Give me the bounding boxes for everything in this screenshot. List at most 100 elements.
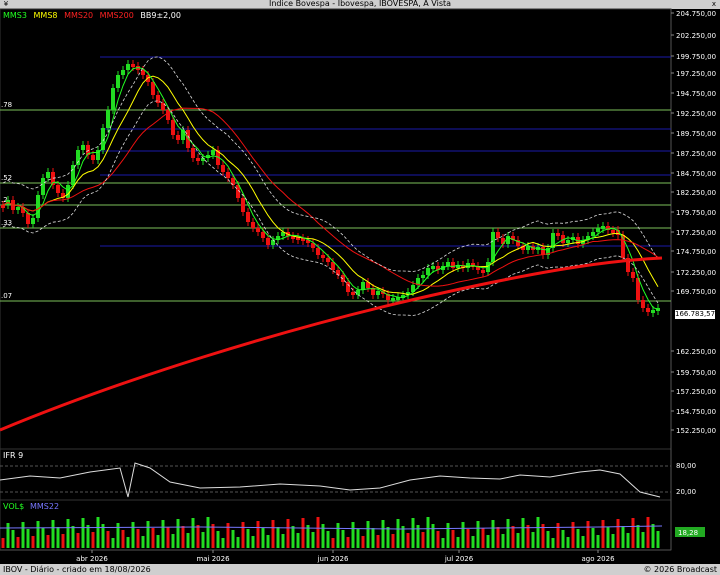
volume-bar <box>171 534 175 548</box>
volume-bar <box>336 523 340 548</box>
volume-bar <box>571 522 575 548</box>
volume-value: 18,28 <box>678 529 698 537</box>
volume-bar <box>301 518 305 548</box>
candle-body <box>316 248 320 255</box>
volume-bar <box>276 527 280 548</box>
volume-bar <box>71 526 75 548</box>
candle-body <box>481 270 485 273</box>
volume-bar <box>501 534 505 548</box>
candle-body <box>221 165 225 172</box>
candle-body <box>91 155 95 160</box>
volume-bar <box>281 534 285 548</box>
volume-bar <box>636 525 640 548</box>
volume-bar <box>581 536 585 548</box>
volume-bar <box>646 517 650 548</box>
volume-bar <box>556 523 560 548</box>
volume-bar <box>436 531 440 548</box>
volume-bar <box>21 522 25 548</box>
volume-bar <box>511 526 515 548</box>
volume-bar <box>561 530 565 548</box>
volume-bar <box>381 520 385 548</box>
candle-body <box>111 88 115 110</box>
volume-bar <box>196 525 200 548</box>
month-label: jul 2026 <box>444 555 474 563</box>
volume-bar <box>16 537 20 548</box>
volume-bar <box>91 532 95 548</box>
volume-bar <box>221 538 225 548</box>
level-label: .33 <box>1 219 12 227</box>
volume-bar <box>116 523 120 548</box>
mms200-line <box>0 256 663 432</box>
volume-bar <box>551 538 555 548</box>
level-label: .78 <box>1 101 12 109</box>
volume-bar <box>181 526 185 548</box>
volume-bar <box>656 531 660 548</box>
volume-bar <box>441 538 445 548</box>
ifr-axis-label: 80,00 <box>676 462 696 470</box>
candle-body <box>251 222 255 228</box>
volume-bar <box>611 534 615 548</box>
volume-bar <box>406 533 410 548</box>
candle-body <box>106 110 110 128</box>
candle-body <box>76 150 80 165</box>
candle-body <box>646 308 650 312</box>
price-axis-label: 159.750,00 <box>676 369 716 377</box>
candle-body <box>266 238 270 245</box>
price-axis-label: 162.250,00 <box>676 348 716 356</box>
volume-bar <box>566 537 570 548</box>
price-axis-label: 177.250,00 <box>676 229 716 237</box>
volume-bar <box>296 533 300 548</box>
volume-bar <box>371 528 375 548</box>
candle-body <box>426 268 430 275</box>
price-axis-label: 182.250,00 <box>676 189 716 197</box>
volume-bar <box>241 522 245 548</box>
volume-bar <box>141 536 145 548</box>
volume-bar <box>341 530 345 548</box>
volume-bar <box>356 529 360 548</box>
volume-bar <box>391 534 395 548</box>
volume-bar <box>256 521 260 548</box>
month-label: mai 2026 <box>196 555 230 563</box>
volume-bar <box>46 535 50 548</box>
candle-body <box>446 262 450 266</box>
candle-body <box>271 240 275 245</box>
candle-body <box>196 158 200 161</box>
volume-bar <box>251 536 255 548</box>
candle-body <box>601 226 605 229</box>
price-axis-label: 154.750,00 <box>676 408 716 416</box>
volume-bar <box>206 517 210 548</box>
volume-bar <box>151 528 155 548</box>
candle-body <box>496 232 500 238</box>
volume-bar <box>231 530 235 548</box>
mms8-line <box>2 75 659 295</box>
ifr-label: IFR 9 <box>3 451 24 460</box>
footer-info: IBOV - Diário - criado em 18/08/2026 <box>3 565 151 574</box>
candle-body <box>131 64 135 67</box>
volume-bar <box>616 519 620 548</box>
legend-mms200: MMS200 <box>99 11 134 20</box>
candle-body <box>391 298 395 301</box>
volume-bar <box>331 538 335 548</box>
volume-bar <box>351 522 355 548</box>
volume-bar <box>176 519 180 548</box>
volume-bar <box>201 532 205 548</box>
volume-bar <box>76 533 80 548</box>
price-chart[interactable]: 204.750,00 202.250,00 199.750,00 197.250,00… <box>0 0 720 575</box>
volume-bar <box>66 519 70 548</box>
candle-body <box>36 195 40 218</box>
price-axis-label: 189.750,00 <box>676 130 716 138</box>
price-axis-label: 199.750,00 <box>676 53 716 61</box>
month-label: abr 2026 <box>76 555 108 563</box>
volume-bar <box>591 528 595 548</box>
candle-body <box>376 291 380 295</box>
candle-body <box>126 64 130 70</box>
volume-bar <box>61 534 65 548</box>
volume-bar <box>466 529 470 548</box>
volume-bar <box>411 518 415 548</box>
volume-bar <box>456 537 460 548</box>
volume-bar <box>326 531 330 548</box>
volume-bar <box>516 533 520 548</box>
candle-body <box>16 207 20 210</box>
volume-bar <box>531 532 535 548</box>
volume-bar <box>226 523 230 548</box>
